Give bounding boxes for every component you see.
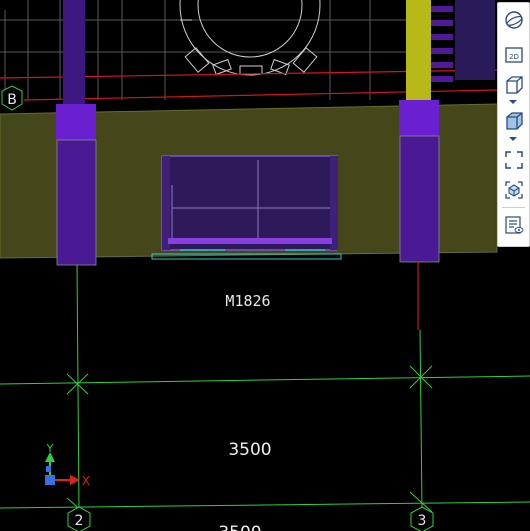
box-shaded-icon — [505, 112, 523, 130]
ucs-icon: Y X — [45, 442, 90, 488]
axis-label-2: 2 — [75, 513, 84, 529]
object-display-button[interactable] — [501, 178, 526, 202]
axis-bubble-3[interactable]: 3 — [410, 506, 434, 531]
wall-segment-right — [455, 0, 495, 80]
ucs-x-label: X — [82, 474, 90, 488]
column-right-cap — [399, 100, 439, 136]
3d-view-button[interactable] — [501, 73, 526, 97]
axis-label-b: B — [7, 92, 17, 108]
column-right-lower — [399, 135, 440, 263]
column-left-upper — [63, 0, 85, 104]
column-left-lower — [56, 139, 97, 266]
round-table-furniture — [179, 0, 321, 76]
svg-text:2D: 2D — [509, 53, 519, 61]
axis-bubble-2[interactable]: 2 — [67, 506, 91, 531]
shaded-view-dropdown-caret[interactable] — [509, 137, 517, 141]
axis-label-3: 3 — [418, 513, 427, 529]
dimension-label[interactable]: 3500 — [228, 440, 271, 460]
shaded-view-button[interactable] — [501, 109, 526, 133]
dimension-label-partial[interactable]: 3500 — [218, 523, 261, 531]
door-m1826[interactable] — [151, 155, 342, 260]
orbit-view-button[interactable] — [501, 8, 526, 32]
2d-view-button[interactable]: 2D — [501, 43, 526, 67]
ucs-y-label: Y — [46, 442, 54, 455]
properties-list-icon — [504, 216, 523, 234]
column-left-cap — [56, 104, 96, 140]
cube-select-icon — [504, 181, 523, 199]
axis-bubble-b[interactable]: B — [1, 85, 23, 111]
view-toolbar: 2D — [497, 2, 530, 247]
door-tag-label[interactable]: M1826 — [225, 292, 270, 310]
3d-view-dropdown-caret[interactable] — [509, 100, 517, 104]
orbit-icon — [504, 11, 523, 29]
2d-view-icon: 2D — [504, 47, 523, 63]
layer-properties-button[interactable] — [501, 213, 526, 237]
fullscreen-button[interactable] — [501, 148, 526, 172]
box-outline-icon — [505, 76, 523, 94]
background-grid — [0, 0, 410, 100]
cad-viewport[interactable]: B 2 3 M1826 3500 3500 Y X — [0, 0, 530, 531]
fullscreen-icon — [504, 151, 523, 169]
yellow-column — [406, 0, 431, 100]
toolbar-separator — [502, 207, 525, 208]
